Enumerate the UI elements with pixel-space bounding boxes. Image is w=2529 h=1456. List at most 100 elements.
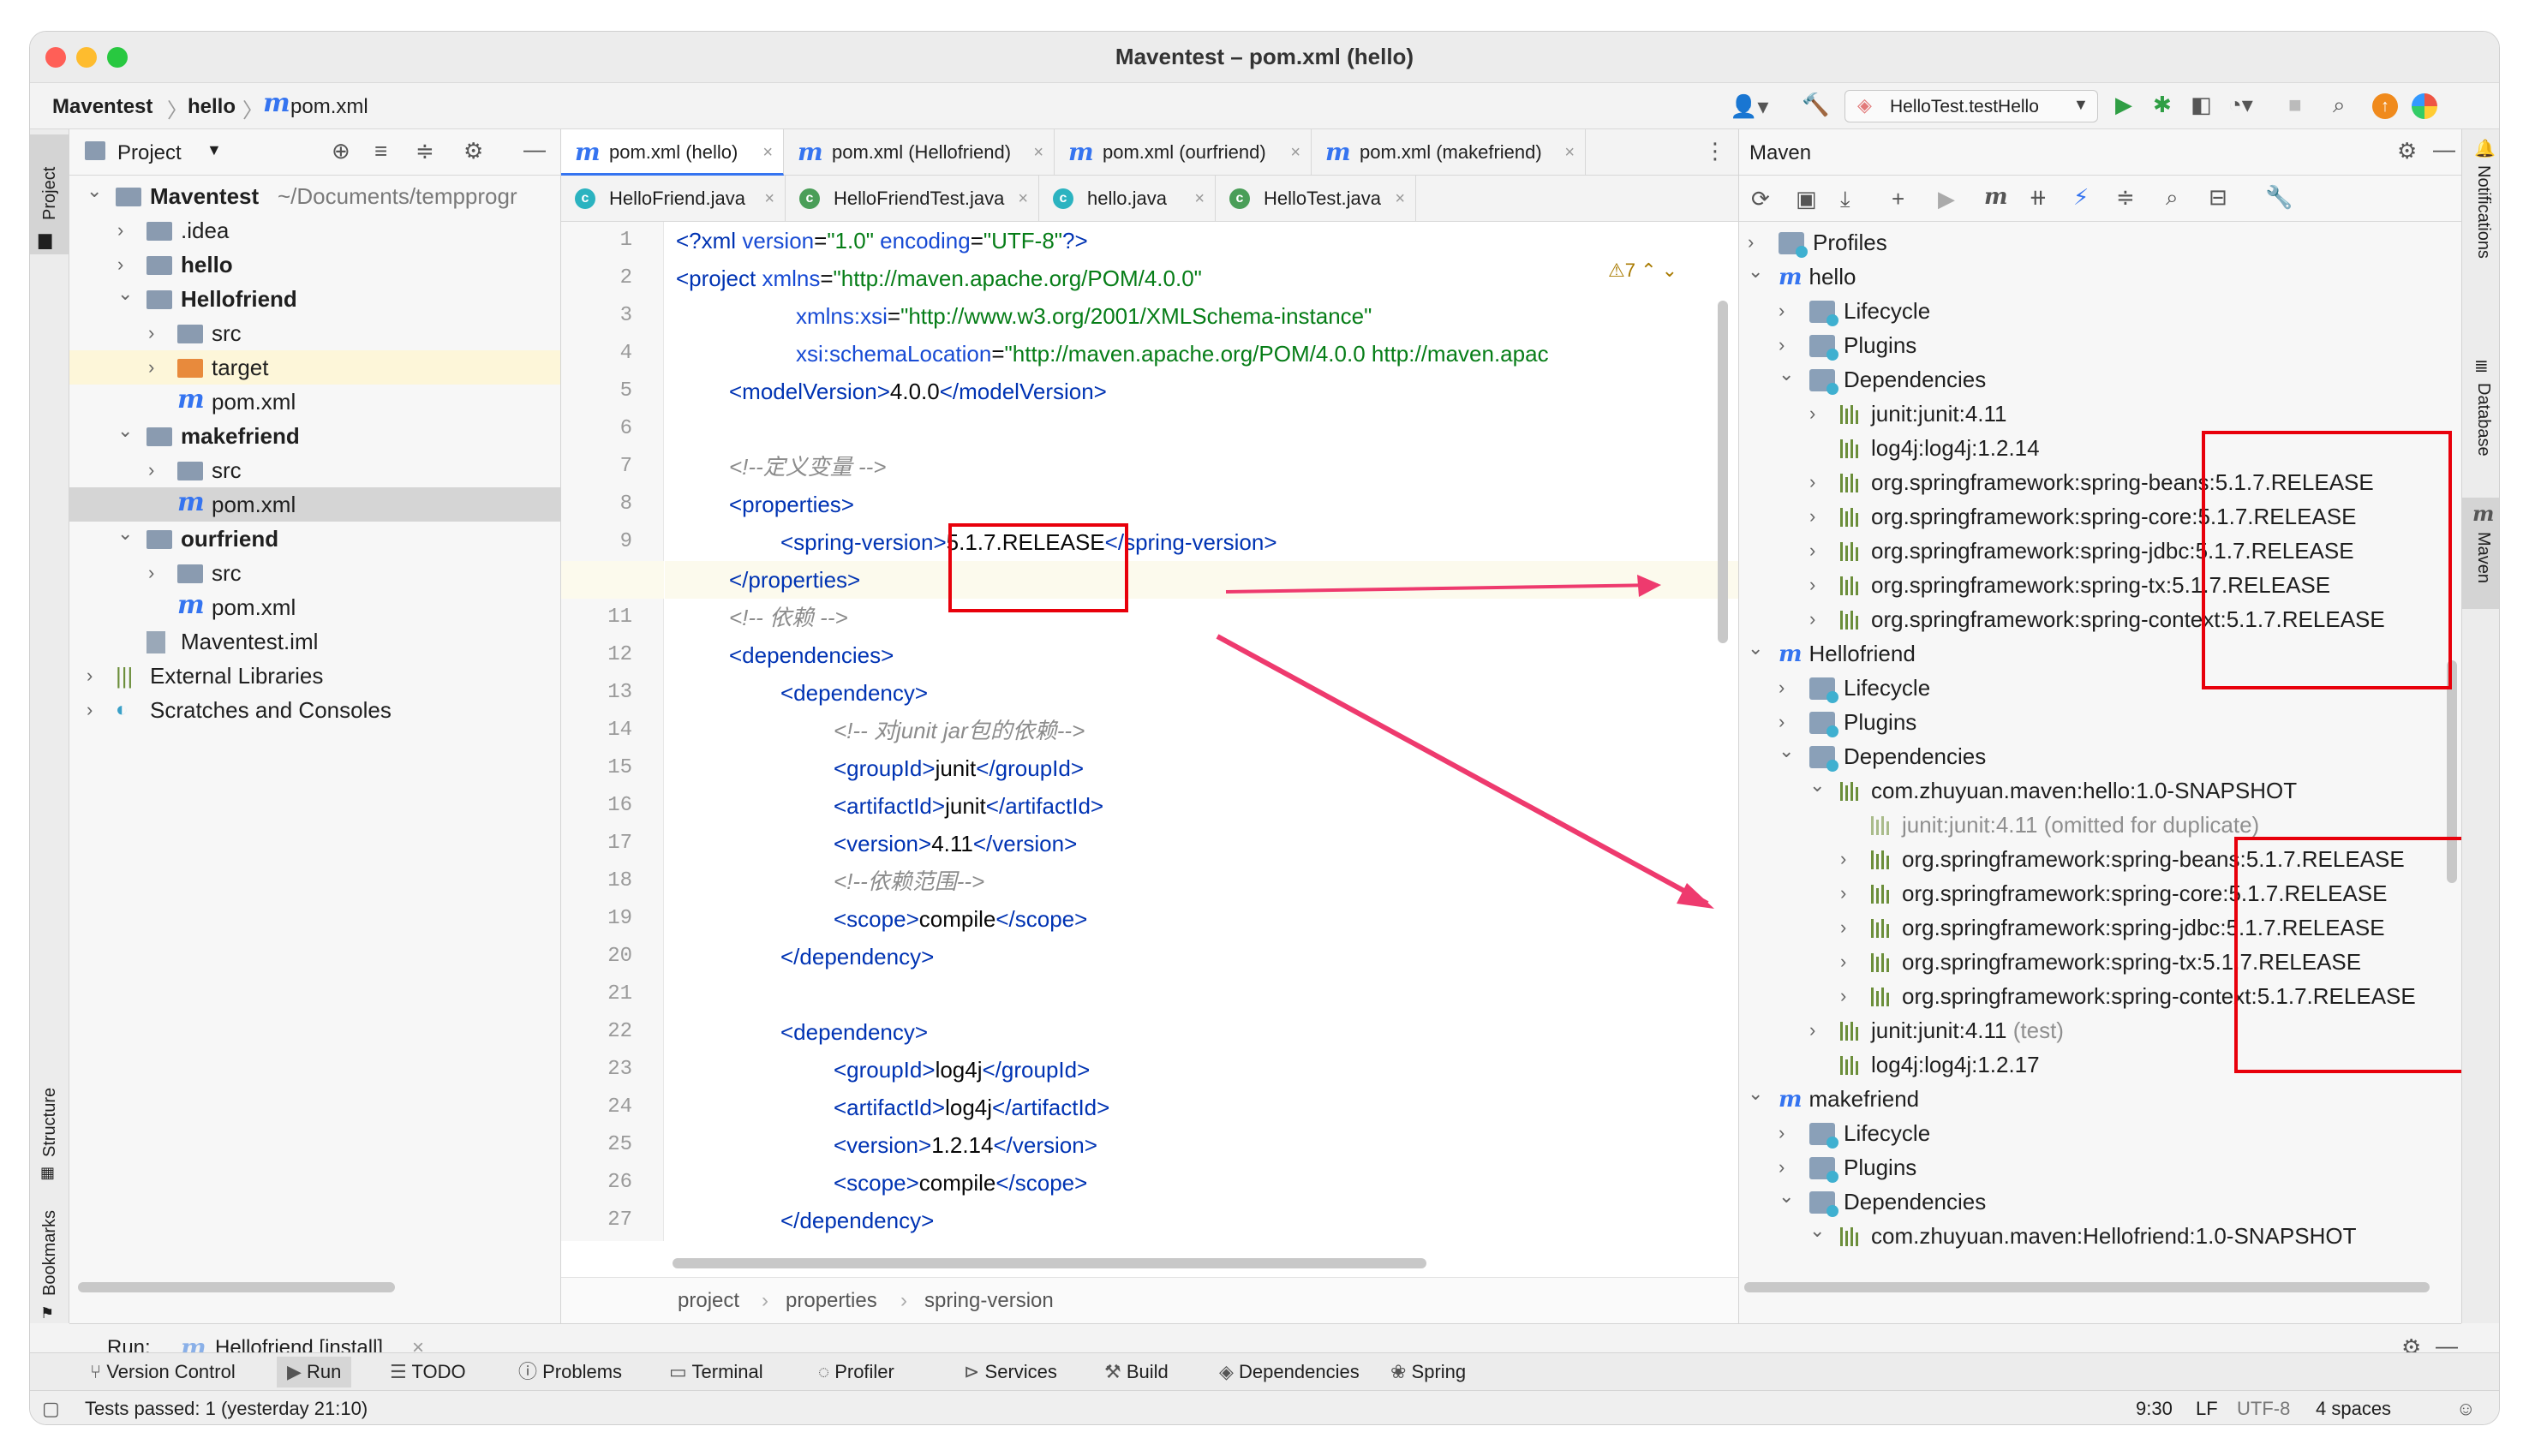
close-icon[interactable]: × xyxy=(1033,129,1043,176)
tool-window-run[interactable]: ▶ Run xyxy=(277,1357,352,1387)
chevron-right-icon[interactable]: › xyxy=(148,453,154,487)
indent-setting[interactable]: 4 spaces xyxy=(2316,1391,2391,1424)
tool-window-profiler[interactable]: ◌ Profiler xyxy=(818,1357,894,1387)
jetbrains-toolbox-icon[interactable] xyxy=(2412,93,2437,119)
collapse-icon[interactable]: ≑ xyxy=(2116,184,2135,210)
crumb-project[interactable]: project xyxy=(678,1278,739,1324)
user-icon[interactable]: 👤▾ xyxy=(1730,93,1768,119)
profile-icon[interactable]: ◔▾ xyxy=(2228,92,2253,117)
maven-tree-row[interactable]: ⌄ Dependencies xyxy=(1739,739,2461,773)
tab-pom-hello[interactable]: m pom.xml (hello) × xyxy=(561,129,784,176)
close-icon[interactable]: × xyxy=(1564,129,1575,176)
tool-window-version-control[interactable]: ⑂ Version Control xyxy=(90,1357,236,1387)
bookmarks-tool-tab[interactable]: Bookmarks ⚑ xyxy=(30,1200,69,1328)
chevron-right-icon[interactable]: › xyxy=(148,350,154,385)
maven-tree-row[interactable]: › Lifecycle xyxy=(1739,294,2461,328)
project-tree-row[interactable]: › ◐ Scratches and Consoles xyxy=(69,693,560,727)
chevron-right-icon[interactable]: › xyxy=(1809,499,1815,534)
chevron-down-icon[interactable]: ⌄ xyxy=(1779,357,1794,391)
chevron-right-icon[interactable]: › xyxy=(1809,465,1815,499)
breadcrumb-module[interactable]: hello xyxy=(188,95,236,119)
chevron-down-icon[interactable]: ⌄ xyxy=(1748,1077,1763,1111)
inspector-icon[interactable]: ☺ xyxy=(2456,1391,2475,1424)
maven-tree-row[interactable]: › Lifecycle xyxy=(1739,1116,2461,1150)
skip-tests-icon[interactable]: ⚡ xyxy=(2073,184,2089,210)
expand-icon[interactable]: ⊟ xyxy=(2209,184,2227,210)
chevron-right-icon[interactable]: › xyxy=(1779,1116,1785,1150)
project-tree-row[interactable]: › hello xyxy=(69,248,560,282)
structure-tool-tab[interactable]: Structure ▦ xyxy=(30,1063,69,1191)
close-icon[interactable]: × xyxy=(1290,129,1300,176)
chevron-right-icon[interactable]: › xyxy=(1809,1013,1815,1047)
chevron-down-icon[interactable]: ⌄ xyxy=(1748,254,1763,289)
project-tree-row[interactable]: ⌄ makefriend xyxy=(69,419,560,453)
editor-horizontal-scrollbar[interactable] xyxy=(673,1258,1426,1268)
chevron-down-icon[interactable]: ⌄ xyxy=(1779,734,1794,768)
chevron-down-icon[interactable]: ▼ xyxy=(206,141,222,159)
run-icon[interactable]: ▶ xyxy=(1938,186,1955,212)
chevron-down-icon[interactable]: ⌄ xyxy=(1809,768,1825,803)
project-tool-tab[interactable]: ▆ Project xyxy=(30,134,69,254)
chevron-right-icon[interactable]: › xyxy=(1840,979,1846,1013)
chevron-down-icon[interactable]: ⌄ xyxy=(87,174,102,208)
project-view-label[interactable]: Project xyxy=(117,141,182,165)
maven-tree-row[interactable]: › junit:junit:4.11 xyxy=(1739,397,2461,431)
maven-tree-row[interactable]: › Profiles xyxy=(1739,225,2461,260)
caret-position[interactable]: 9:30 xyxy=(2136,1391,2173,1424)
maven-tree-row[interactable]: › Plugins xyxy=(1739,1150,2461,1184)
project-tree-row[interactable]: › target xyxy=(69,350,560,385)
tool-window-spring[interactable]: ❀ Spring xyxy=(1390,1357,1466,1387)
project-tree-row[interactable]: › src xyxy=(69,316,560,350)
build-hammer-icon[interactable]: 🔨 xyxy=(1802,92,1829,117)
crumb-properties[interactable]: properties xyxy=(786,1278,877,1324)
chevron-down-icon[interactable]: ⌄ xyxy=(117,414,133,448)
settings-wrench-icon[interactable]: 🔧 xyxy=(2265,184,2293,210)
maven-tree-row[interactable]: › Plugins xyxy=(1739,328,2461,362)
chevron-right-icon[interactable]: › xyxy=(1840,910,1846,945)
more-tabs-icon[interactable]: ⋮ xyxy=(1704,138,1726,164)
chevron-right-icon[interactable]: › xyxy=(1809,534,1815,568)
show-dependencies-icon[interactable]: ⌕ xyxy=(2166,184,2179,210)
execute-goal-icon[interactable]: m xyxy=(1984,184,2008,210)
editor-vertical-scrollbar[interactable] xyxy=(1718,301,1728,643)
collapse-all-icon[interactable]: ≑ xyxy=(416,138,434,164)
tab-hellofriend-java[interactable]: c HelloFriend.java × xyxy=(561,176,786,222)
tool-window-terminal[interactable]: ▭ Terminal xyxy=(669,1357,763,1387)
tab-hello-java[interactable]: c hello.java × xyxy=(1039,176,1216,222)
tool-window-todo[interactable]: ☰ TODO xyxy=(390,1357,466,1387)
status-message[interactable]: Tests passed: 1 (yesterday 21:10) xyxy=(85,1391,368,1424)
chevron-right-icon[interactable]: › xyxy=(1809,602,1815,636)
chevron-right-icon[interactable]: › xyxy=(1779,294,1785,328)
maven-tree-row[interactable]: ⌄ com.zhuyuan.maven:Hellofriend:1.0-SNAPS… xyxy=(1739,1219,2461,1253)
project-tree-row[interactable]: m pom.xml xyxy=(69,487,560,522)
update-icon[interactable]: ↑ xyxy=(2372,93,2398,119)
project-tree-row[interactable]: › ||| External Libraries xyxy=(69,659,560,693)
tab-hellotest-java[interactable]: c HelloTest.java × xyxy=(1216,176,1416,222)
chevron-right-icon[interactable]: › xyxy=(1840,842,1846,876)
tool-window-build[interactable]: ⚒ Build xyxy=(1104,1357,1169,1387)
line-separator[interactable]: LF xyxy=(2196,1391,2218,1424)
tab-pom-hellofriend[interactable]: m pom.xml (Hellofriend) × xyxy=(784,129,1055,176)
chevron-down-icon[interactable]: ⌄ xyxy=(1748,631,1763,665)
maven-tree-row[interactable]: ⌄ m makefriend xyxy=(1739,1082,2461,1116)
project-tree-row[interactable]: m pom.xml xyxy=(69,590,560,624)
maven-tree-row[interactable]: ⌄ Dependencies xyxy=(1739,362,2461,397)
chevron-down-icon[interactable]: ⌄ xyxy=(1779,1179,1794,1214)
hide-panel-icon[interactable]: — xyxy=(2433,136,2455,162)
chevron-right-icon[interactable]: › xyxy=(87,659,93,693)
maven-tool-tab[interactable]: m Maven xyxy=(2462,498,2499,609)
database-tool-tab[interactable]: ≣ Database xyxy=(2462,352,2499,489)
reload-icon[interactable]: ⟳ xyxy=(1751,186,1770,212)
chevron-right-icon[interactable]: › xyxy=(148,316,154,350)
chevron-down-icon[interactable]: ⌄ xyxy=(117,516,133,551)
gear-icon[interactable]: ⚙ xyxy=(463,138,483,164)
tab-hellofriendtest-java[interactable]: c HelloFriendTest.java × xyxy=(786,176,1039,222)
project-tree-row[interactable]: Maventest.iml xyxy=(69,624,560,659)
download-icon[interactable]: ⤓ xyxy=(1840,186,1850,212)
gear-icon[interactable]: ⚙ xyxy=(2397,138,2417,164)
file-encoding[interactable]: UTF-8 xyxy=(2237,1391,2290,1424)
project-tree-row[interactable]: › src xyxy=(69,453,560,487)
chevron-right-icon[interactable]: › xyxy=(1840,876,1846,910)
chevron-right-icon[interactable]: › xyxy=(1840,945,1846,979)
project-tree-row[interactable]: ⌄ Hellofriend xyxy=(69,282,560,316)
